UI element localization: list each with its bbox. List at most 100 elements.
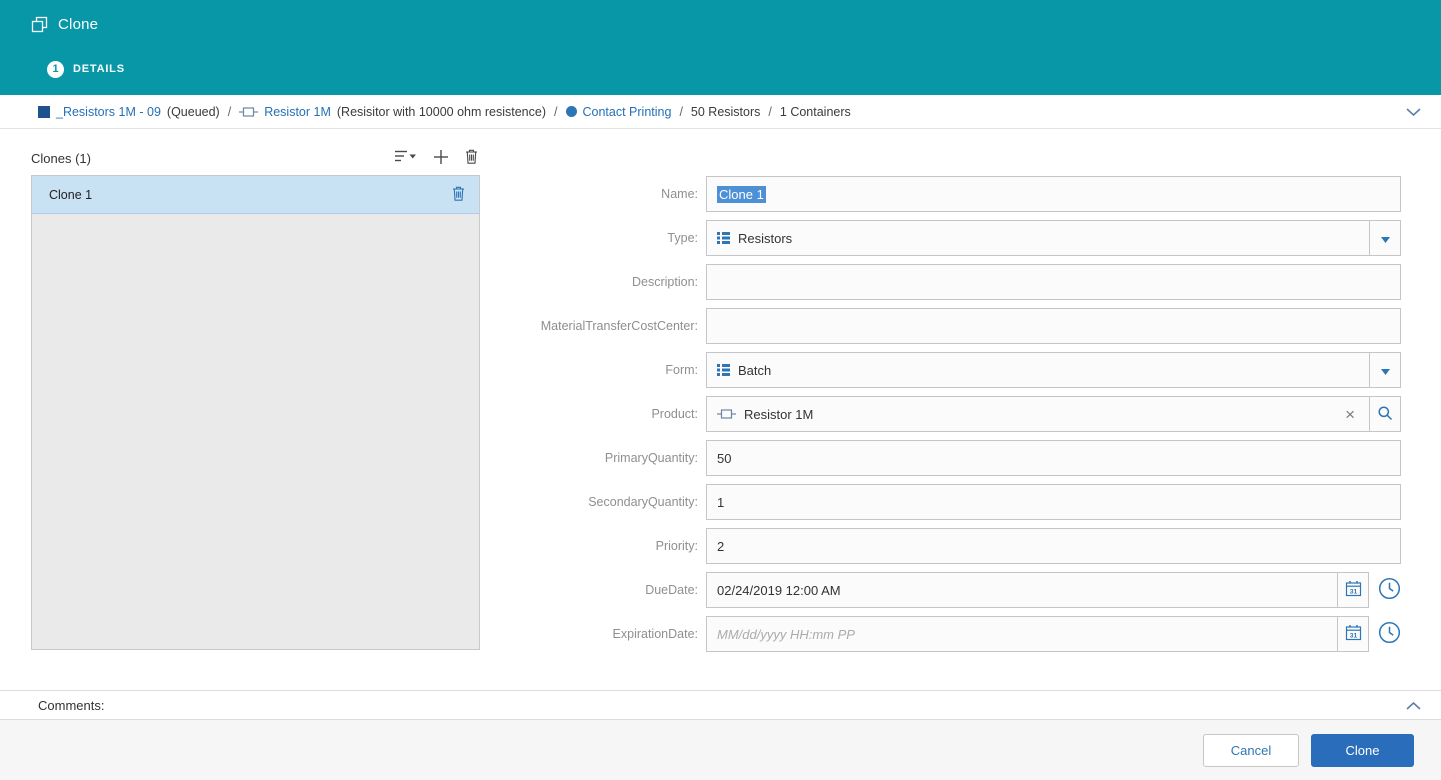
- due-date-input[interactable]: 02/24/2019 12:00 AM: [707, 573, 1337, 607]
- clones-panel-header: Clones (1): [31, 145, 480, 171]
- form-label: Form:: [480, 363, 698, 377]
- material-transfer-cost-center-input[interactable]: [706, 308, 1401, 344]
- form-row-primary-quantity: PrimaryQuantity: 50: [480, 440, 1401, 476]
- form-row-expiration-date: ExpirationDate: MM/dd/yyyy HH:mm PP: [480, 616, 1401, 652]
- breadcrumb-separator: /: [768, 105, 771, 119]
- form-row-due-date: DueDate: 02/24/2019 12:00 AM: [480, 572, 1401, 608]
- secondary-quantity-value: 1: [717, 495, 724, 510]
- product-input[interactable]: Resistor 1M ×: [707, 397, 1369, 431]
- priority-label: Priority:: [480, 539, 698, 553]
- form-dropdown-button[interactable]: [1369, 353, 1400, 387]
- due-date-clock-button[interactable]: [1378, 577, 1401, 603]
- add-clone-button[interactable]: [434, 150, 448, 167]
- step-number-badge: 1: [47, 61, 64, 78]
- name-label: Name:: [480, 187, 698, 201]
- comments-collapse-button[interactable]: [1402, 694, 1425, 717]
- type-combobox[interactable]: Resistors: [706, 220, 1401, 256]
- footer: Cancel Clone: [0, 720, 1441, 780]
- due-date-picker[interactable]: 02/24/2019 12:00 AM 31: [706, 572, 1369, 608]
- lot-status-text: (Queued): [167, 105, 220, 119]
- comments-label: Comments:: [38, 698, 104, 713]
- description-label: Description:: [480, 275, 698, 289]
- header: Clone 1 DETAILS: [0, 0, 1441, 95]
- priority-value: 2: [717, 539, 724, 554]
- expiration-date-calendar-button[interactable]: 31: [1337, 617, 1368, 651]
- primary-quantity-input[interactable]: 50: [706, 440, 1401, 476]
- clone-button[interactable]: Clone: [1311, 734, 1414, 767]
- breadcrumb: _Resistors 1M - 09 (Queued) / Resistor 1…: [0, 95, 1441, 129]
- breadcrumb-item-product: Resistor 1M (Resisitor with 10000 ohm re…: [239, 105, 546, 119]
- form-input[interactable]: Batch: [707, 353, 1369, 387]
- clones-panel: Clones (1): [31, 145, 480, 690]
- form-row-secondary-quantity: SecondaryQuantity: 1: [480, 484, 1401, 520]
- add-icon: [434, 150, 448, 167]
- form-row-name: Name: Clone 1: [480, 176, 1401, 212]
- due-date-value: 02/24/2019 12:00 AM: [717, 583, 841, 598]
- expiration-date-picker[interactable]: MM/dd/yyyy HH:mm PP 31: [706, 616, 1369, 652]
- containers-text: 1 Containers: [780, 105, 851, 119]
- grid-icon: [717, 364, 730, 376]
- form-value: Batch: [738, 363, 771, 378]
- type-input[interactable]: Resistors: [707, 221, 1369, 255]
- row-trash-icon[interactable]: [452, 186, 465, 204]
- grid-icon: [717, 232, 730, 244]
- cancel-button[interactable]: Cancel: [1203, 734, 1299, 767]
- filter-button[interactable]: [395, 150, 417, 166]
- page-title: Clone: [58, 16, 98, 33]
- chevron-down-icon: [1381, 363, 1390, 378]
- type-dropdown-button[interactable]: [1369, 221, 1400, 255]
- expiration-date-input[interactable]: MM/dd/yyyy HH:mm PP: [707, 617, 1337, 651]
- svg-text:31: 31: [1349, 589, 1357, 596]
- step-circle-icon: [566, 106, 577, 117]
- breadcrumb-link-lot[interactable]: _Resistors 1M - 09: [56, 105, 161, 119]
- breadcrumb-item-lot: _Resistors 1M - 09 (Queued): [38, 105, 220, 119]
- breadcrumb-item-step: Contact Printing: [566, 105, 672, 119]
- chevron-down-icon: [1406, 104, 1421, 119]
- container-square-icon: [38, 106, 50, 118]
- due-date-calendar-button[interactable]: 31: [1337, 573, 1368, 607]
- form-row-form: Form: Batch: [480, 352, 1401, 388]
- product-search-button[interactable]: [1369, 397, 1400, 431]
- wizard-steps: 1 DETAILS: [31, 48, 1441, 90]
- breadcrumb-link-step[interactable]: Contact Printing: [583, 105, 672, 119]
- form-row-priority: Priority: 2: [480, 528, 1401, 564]
- delete-clone-button[interactable]: [465, 149, 478, 167]
- tab-details[interactable]: DETAILS: [73, 63, 125, 75]
- chevron-down-icon: [1381, 231, 1390, 246]
- product-clear-button[interactable]: ×: [1341, 406, 1359, 423]
- form-combobox[interactable]: Batch: [706, 352, 1401, 388]
- list-item-clone-1[interactable]: Clone 1: [32, 176, 479, 214]
- description-input[interactable]: [706, 264, 1401, 300]
- secondary-quantity-input[interactable]: 1: [706, 484, 1401, 520]
- calendar-icon: 31: [1345, 580, 1362, 600]
- title-row: Clone: [31, 0, 1441, 48]
- name-input[interactable]: Clone 1: [706, 176, 1401, 212]
- primary-quantity-value: 50: [717, 451, 731, 466]
- form-row-material-transfer-cost-center: MaterialTransferCostCenter:: [480, 308, 1401, 344]
- product-picker[interactable]: Resistor 1M ×: [706, 396, 1401, 432]
- comments-section: Comments:: [0, 690, 1441, 720]
- clone-icon: [31, 16, 48, 33]
- breadcrumb-link-product[interactable]: Resistor 1M: [264, 105, 331, 119]
- expiration-date-placeholder: MM/dd/yyyy HH:mm PP: [717, 627, 855, 642]
- priority-input[interactable]: 2: [706, 528, 1401, 564]
- resistor-icon: [717, 408, 736, 420]
- resistor-product-icon: [239, 106, 258, 118]
- filter-icon: [395, 150, 417, 166]
- product-description-text: (Resisitor with 10000 ohm resistence): [337, 105, 546, 119]
- clone-list: Clone 1: [31, 175, 480, 650]
- clone-dialog: Clone 1 DETAILS _Resistors 1M - 09 (Queu…: [0, 0, 1441, 780]
- form-row-product: Product: Resistor 1M ×: [480, 396, 1401, 432]
- expiration-date-clock-button[interactable]: [1378, 621, 1401, 647]
- breadcrumb-collapse-button[interactable]: [1402, 100, 1425, 123]
- primary-quantity-label: PrimaryQuantity:: [480, 451, 698, 465]
- breadcrumb-separator: /: [679, 105, 682, 119]
- product-label: Product:: [480, 407, 698, 421]
- main-content: Clones (1): [0, 129, 1441, 690]
- name-value: Clone 1: [717, 186, 766, 203]
- clock-icon: [1378, 621, 1401, 647]
- due-date-label: DueDate:: [480, 583, 698, 597]
- expiration-date-label: ExpirationDate:: [480, 627, 698, 641]
- breadcrumb-separator: /: [554, 105, 557, 119]
- secondary-quantity-label: SecondaryQuantity:: [480, 495, 698, 509]
